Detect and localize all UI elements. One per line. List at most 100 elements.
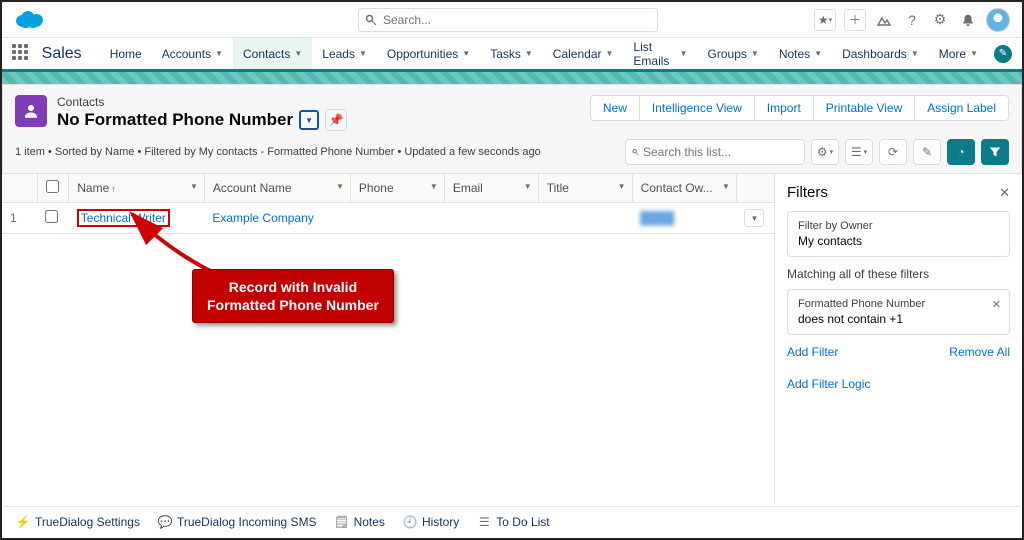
list-view-switcher[interactable]: ▼ [299,110,319,130]
refresh-button[interactable]: ⟳ [879,139,907,165]
remove-all-link[interactable]: Remove All [949,345,1010,359]
footer-truedialog-sms[interactable]: 💬TrueDialog Incoming SMS [158,515,317,529]
nav-item-more[interactable]: More▼ [929,38,988,69]
list-icon: ☰ [477,515,491,529]
list-view-controls-button[interactable]: ⚙ [811,139,839,165]
select-all-checkbox[interactable] [46,180,59,193]
chevron-down-icon[interactable]: ▼ [524,182,532,191]
nav-item-contacts[interactable]: Contacts ▼ [233,38,312,72]
footer-item-label: Notes [354,515,385,529]
trailhead-icon[interactable] [874,10,894,30]
nav-item-label: Accounts [162,47,211,61]
chevron-down-icon: ▼ [970,49,978,58]
nav-item-listemails[interactable]: List Emails▼ [623,38,697,69]
chevron-down-icon: ▼ [525,49,533,58]
row-select-checkbox[interactable] [45,210,58,223]
filter-criteria-card[interactable]: Formatted Phone Number does not contain … [787,289,1010,335]
nav-end: ✎ [988,45,1012,63]
printable-view-button[interactable]: Printable View [813,95,916,121]
chevron-down-icon: ▼ [462,49,470,58]
account-name-link[interactable]: Example Company [212,211,313,225]
edit-nav-icon[interactable]: ✎ [994,45,1012,63]
nav-item-home[interactable]: Home [100,38,152,69]
notifications-bell-icon[interactable] [958,10,978,30]
chevron-down-icon[interactable]: ▼ [336,182,344,191]
nav-item-groups[interactable]: Groups▼ [698,38,769,69]
column-label: Email [453,181,483,195]
close-filters-icon[interactable]: ✕ [999,185,1010,201]
global-search[interactable] [358,8,658,32]
annotation-text-1: Record with Invalid [229,279,357,295]
nav-item-tasks[interactable]: Tasks ▼ [480,38,543,69]
nav-item-dashboards[interactable]: Dashboards▼ [832,38,929,69]
annotation-callout: Record with Invalid Formatted Phone Numb… [192,269,394,323]
user-avatar[interactable] [986,8,1010,32]
table-header-row: Name↑▼ Account Name▼ Phone▼ Email▼ Title… [2,174,774,203]
filter-button[interactable] [981,139,1009,165]
nav-item-label: Contacts [243,47,290,61]
col-phone[interactable]: Phone▼ [350,174,444,203]
record-name-link[interactable]: Technical Writer [77,209,170,227]
nav-item-notes[interactable]: Notes ▼ [769,38,832,69]
nav-item-opportunities[interactable]: Opportunities ▼ [377,38,480,69]
col-name[interactable]: Name↑▼ [69,174,205,203]
list-meta-line: 1 item • Sorted by Name • Filtered by My… [15,146,541,158]
column-label: Contact Ow... [641,181,713,195]
chevron-down-icon: ▼ [814,49,822,58]
chevron-down-icon[interactable]: ▼ [190,182,198,191]
nav-item-label: Home [110,47,142,61]
app-launcher-icon[interactable] [12,44,32,64]
col-contact-owner[interactable]: Contact Ow... ▼ [632,174,736,203]
footer-notes[interactable]: 🗒Notes [335,515,385,529]
nav-item-label: Calendar [553,47,602,61]
footer-truedialog-settings[interactable]: ⚡TrueDialog Settings [16,515,140,529]
import-button[interactable]: Import [754,95,814,121]
nav-item-calendar[interactable]: Calendar▼ [543,38,624,69]
col-email[interactable]: Email ▼ [444,174,538,203]
search-icon [365,14,377,26]
object-label: Contacts [57,95,347,109]
footer-item-label: TrueDialog Incoming SMS [177,515,317,529]
sort-asc-icon: ↑ [111,184,116,194]
owner-name: ████ [640,211,674,225]
chevron-down-icon[interactable]: ▼ [430,182,438,191]
nav-item-leads[interactable]: Leads▼ [312,38,377,69]
filter-owner-card[interactable]: Filter by Owner My contacts [787,211,1010,257]
nav-item-accounts[interactable]: Accounts▼ [152,38,233,69]
col-account-name[interactable]: Account Name ▼ [204,174,350,203]
chevron-down-icon[interactable]: ▼ [722,182,730,191]
cell-email [444,203,538,234]
footer-item-label: TrueDialog Settings [35,515,140,529]
list-search[interactable] [625,139,805,165]
inline-edit-button[interactable]: ✎ [913,139,941,165]
help-icon[interactable]: ? [902,10,922,30]
display-as-button[interactable]: ☰ [845,139,873,165]
annotation-text-2: Formatted Phone Number [207,297,379,313]
footer-history[interactable]: 🕘History [403,515,459,529]
add-filter-link[interactable]: Add Filter [787,345,838,359]
favorites-button[interactable]: ★▾ [814,9,836,31]
nav-item-label: Notes [779,47,810,61]
nav-items: Home Accounts▼ Contacts▼ Leads▼ Opportun… [100,38,988,69]
row-actions-button[interactable]: ▼ [744,209,764,227]
list-search-input[interactable] [643,145,798,159]
chevron-down-icon[interactable]: ▼ [618,182,626,191]
pin-list-view-button[interactable]: 📌 [325,109,347,131]
nav-item-label: Tasks [490,47,521,61]
add-filter-logic-link[interactable]: Add Filter Logic [787,359,1010,391]
footer-todo[interactable]: ☰To Do List [477,515,549,529]
col-title[interactable]: Title▼ [538,174,632,203]
nav-item-label: List Emails [633,40,675,68]
new-button[interactable]: New [590,95,640,121]
chevron-down-icon: ▼ [294,49,302,58]
assign-label-button[interactable]: Assign Label [914,95,1009,121]
global-create-button[interactable]: ＋ [844,9,866,31]
remove-criteria-icon[interactable]: ✕ [992,298,1001,311]
intelligence-view-button[interactable]: Intelligence View [639,95,755,121]
nav-item-label: Opportunities [387,47,458,61]
global-search-input[interactable] [383,13,651,27]
setup-gear-icon[interactable]: ⚙ [930,10,950,30]
column-label: Account Name [213,181,292,195]
main-content: Name↑▼ Account Name▼ Phone▼ Email▼ Title… [2,174,1022,504]
chart-button[interactable]: ◔ [947,139,975,165]
